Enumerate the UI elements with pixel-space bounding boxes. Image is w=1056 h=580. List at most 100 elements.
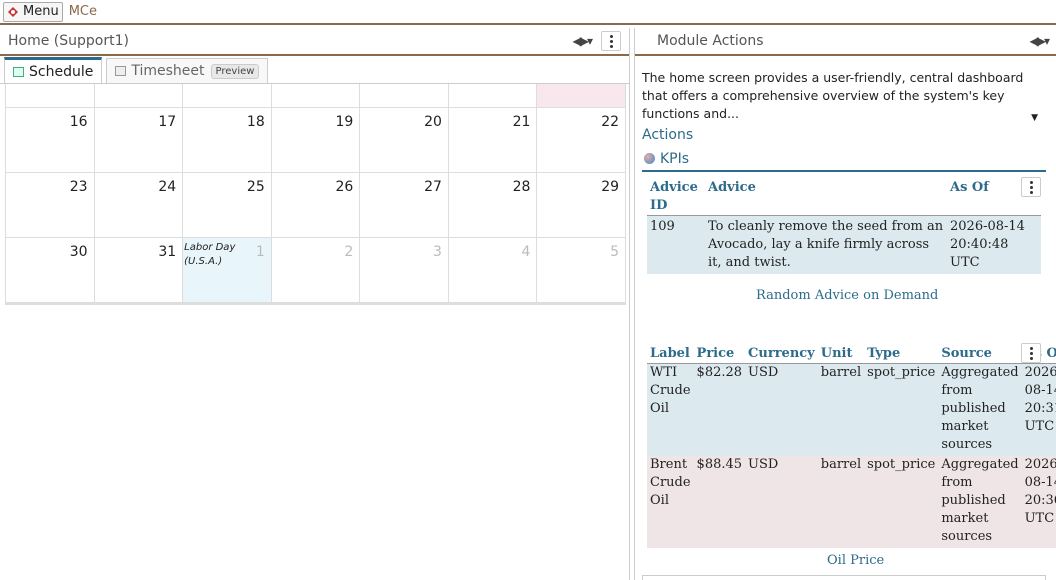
oil-table-kebab-icon[interactable] <box>1021 343 1041 363</box>
column-header[interactable]: Currency <box>745 345 818 364</box>
day-number: 17 <box>158 114 177 130</box>
calendar-day[interactable]: 30 <box>6 238 95 303</box>
tab-label: Timesheet <box>131 63 205 79</box>
top-bar: Menu MCe <box>0 0 1056 25</box>
calendar-day[interactable]: 24 <box>94 173 184 238</box>
calendar-cell[interactable] <box>360 84 449 108</box>
kpi-globe-icon <box>644 153 655 164</box>
calendar-week: 16 17 18 19 20 21 22 <box>5 108 627 173</box>
day-number: 3 <box>432 244 442 260</box>
column-header[interactable]: Type <box>864 345 938 364</box>
calendar-day[interactable]: 2 <box>271 238 361 303</box>
split-arrows-icon[interactable]: ◀▶▾ <box>1030 34 1051 48</box>
column-header[interactable]: Label <box>647 345 694 364</box>
table-row[interactable]: 109 To cleanly remove the seed from an A… <box>647 215 1041 274</box>
day-number: 21 <box>512 114 531 130</box>
advice-table-kebab-icon[interactable] <box>1021 177 1041 197</box>
oil-price-link[interactable]: Oil Price <box>827 553 884 568</box>
next-section-stub <box>642 575 1046 580</box>
kpis-section-header[interactable]: KPIs <box>642 147 1046 172</box>
column-header[interactable]: Source <box>938 345 1021 364</box>
tab-schedule[interactable]: Schedule <box>4 57 103 83</box>
table-header-row: Advice ID Advice As Of <box>647 179 1041 216</box>
calendar-day[interactable]: 17 <box>94 108 184 173</box>
calendar-bottom-border <box>5 303 626 305</box>
table-header-row: Label Price Currency Unit Type Source As… <box>647 345 1056 364</box>
calendar-day[interactable]: 19 <box>271 108 361 173</box>
day-number: 23 <box>69 179 88 195</box>
calendar-day[interactable]: 23 <box>6 173 95 238</box>
tab-bar: Schedule Timesheet Preview <box>0 56 629 84</box>
menu-label: Menu <box>23 4 59 19</box>
table-row[interactable]: WTI Crude Oil $82.28 USD barrel spot_pri… <box>647 363 1056 456</box>
menu-button[interactable]: Menu <box>3 1 63 22</box>
table-cell: 2026-08-14 20:36: UTC <box>1021 456 1056 548</box>
calendar-day[interactable]: 5 <box>537 238 627 303</box>
calendar-day[interactable]: 18 <box>183 108 272 173</box>
day-number: 16 <box>69 114 88 130</box>
table-cell: USD <box>745 363 818 456</box>
calendar-day[interactable]: 21 <box>448 108 538 173</box>
calendar-cell[interactable] <box>183 84 272 108</box>
table-cell: To cleanly remove the seed from an Avoca… <box>705 215 947 274</box>
oil-price-table: Label Price Currency Unit Type Source As… <box>647 345 1056 548</box>
column-header[interactable]: Advice ID <box>647 179 705 216</box>
day-number: 22 <box>601 114 620 130</box>
tab-timesheet[interactable]: Timesheet Preview <box>106 58 269 83</box>
panel-kebab-icon[interactable] <box>601 31 621 51</box>
calendar-day[interactable]: 28 <box>448 173 538 238</box>
calendar-cell[interactable] <box>94 84 184 108</box>
timesheet-icon <box>115 66 127 76</box>
table-cell: USD <box>745 456 818 548</box>
day-number: 25 <box>246 179 265 195</box>
expand-caret-icon[interactable]: ▼ <box>1031 113 1038 123</box>
calendar-day[interactable]: 25 <box>183 173 272 238</box>
calendar-day[interactable]: 16 <box>6 108 95 173</box>
home-panel: Home (Support1) ◀▶▾ Schedule Timesheet P… <box>0 28 630 580</box>
calendar-day[interactable]: 26 <box>271 173 361 238</box>
calendar-day[interactable]: 29 <box>537 173 627 238</box>
calendar-day[interactable]: 31 <box>94 238 184 303</box>
day-number: 19 <box>335 114 354 130</box>
table-cell: $82.28 <box>693 363 746 456</box>
day-number: 26 <box>335 179 354 195</box>
day-number: 24 <box>158 179 177 195</box>
actions-label: Actions <box>642 127 694 143</box>
day-number: 1 <box>255 244 265 260</box>
table-cell: $88.45 <box>693 456 746 548</box>
calendar-cell[interactable] <box>448 84 538 108</box>
table-cell: barrel <box>817 363 865 456</box>
table-cell: 2026-08-14 20:40:48 UTC <box>947 215 1041 274</box>
day-number: 27 <box>424 179 442 195</box>
day-number: 31 <box>158 244 177 260</box>
column-header[interactable]: Advice <box>705 179 947 216</box>
calendar-day[interactable]: 27 <box>360 173 449 238</box>
calendar-cell[interactable] <box>271 84 361 108</box>
day-number: 4 <box>521 244 531 260</box>
home-panel-header: Home (Support1) ◀▶▾ <box>0 28 629 56</box>
table-cell: barrel <box>817 456 865 548</box>
table-cell: WTI Crude Oil <box>647 363 694 456</box>
calendar-event[interactable]: Labor Day (U.S.A.) <box>184 241 244 269</box>
app-title: MCe <box>68 4 97 19</box>
calendar-day[interactable]: 20 <box>360 108 449 173</box>
table-row[interactable]: Brent Crude Oil $88.45 USD barrel spot_p… <box>647 456 1056 548</box>
calendar-day[interactable]: 3 <box>360 238 449 303</box>
column-header[interactable]: Unit <box>818 345 864 364</box>
calendar-cell[interactable] <box>6 84 95 108</box>
day-number: 18 <box>246 114 265 130</box>
calendar-cell[interactable] <box>537 84 627 108</box>
calendar-day[interactable]: 4 <box>448 238 538 303</box>
column-header[interactable]: Price <box>694 345 746 364</box>
day-number: 2 <box>344 244 354 260</box>
random-advice-link[interactable]: Random Advice on Demand <box>756 288 938 303</box>
menu-logo-icon <box>8 6 18 17</box>
kpis-label: KPIs <box>660 150 690 167</box>
split-arrows-icon[interactable]: ◀▶▾ <box>573 34 594 48</box>
table-cell: spot_price <box>864 363 939 456</box>
schedule-icon <box>13 66 24 77</box>
calendar-day-today[interactable]: Labor Day (U.S.A.) 1 <box>183 238 272 303</box>
calendar-top-row <box>5 84 627 108</box>
table-cell: Brent Crude Oil <box>647 456 694 548</box>
calendar-day[interactable]: 22 <box>537 108 627 173</box>
